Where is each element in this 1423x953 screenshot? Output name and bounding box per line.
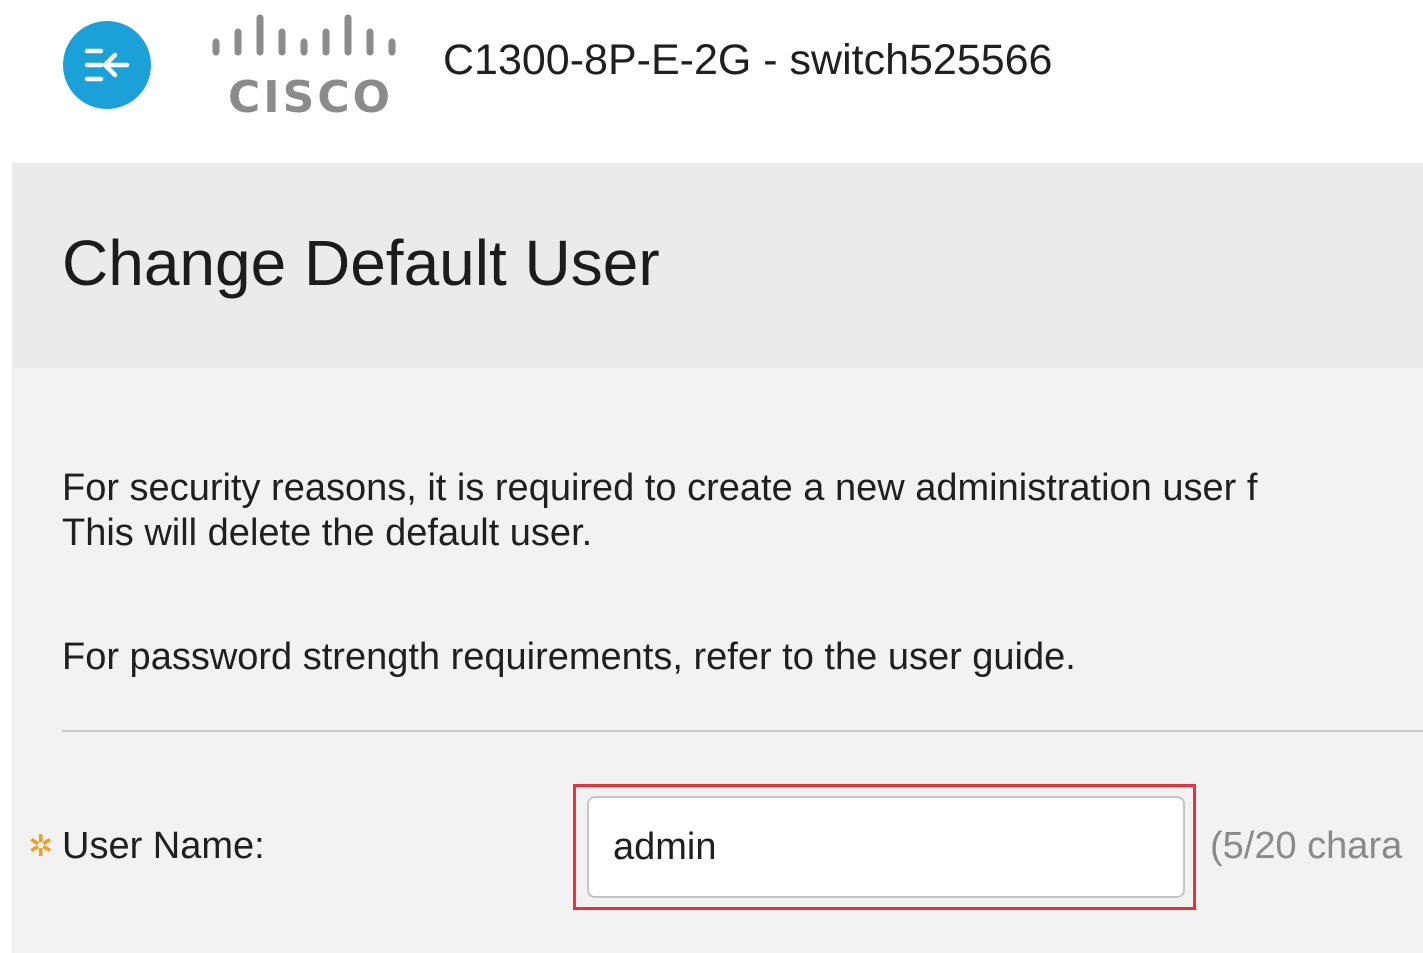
panel-header: Change Default User — [12, 163, 1423, 368]
page-title: Change Default User — [62, 227, 660, 299]
cisco-wordmark: CISCO — [228, 72, 394, 123]
required-field-icon: ✲ — [28, 830, 54, 863]
top-bar: CISCO C1300-8P-E-2G - switch525566 — [0, 0, 1423, 140]
cisco-bars-icon — [212, 14, 396, 56]
collapse-menu-icon[interactable] — [63, 21, 151, 109]
password-requirements-note: For password strength requirements, refe… — [62, 636, 1076, 678]
username-input[interactable] — [587, 796, 1185, 898]
username-label: User Name: — [62, 825, 265, 867]
cisco-logo: CISCO — [208, 12, 403, 120]
divider — [62, 730, 1423, 732]
username-char-count: (5/20 chara — [1210, 825, 1403, 867]
device-title: C1300-8P-E-2G - switch525566 — [443, 36, 1053, 84]
security-notice-line-2: This will delete the default user. — [62, 512, 593, 554]
security-notice-line-1: For security reasons, it is required to … — [62, 467, 1258, 509]
